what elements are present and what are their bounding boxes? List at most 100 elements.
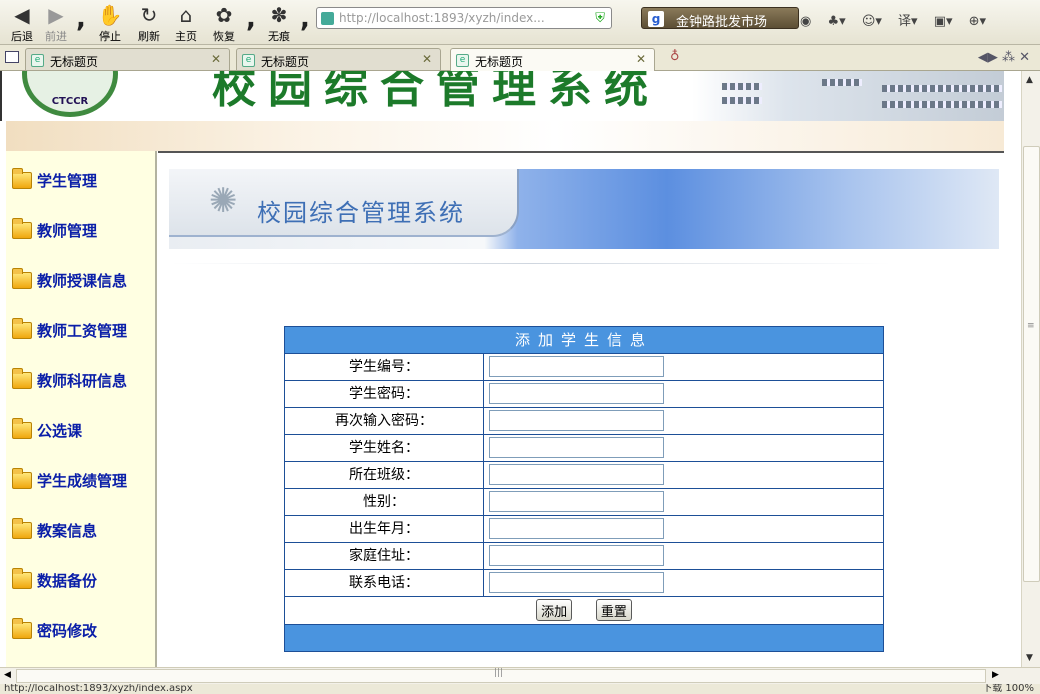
stop-icon: ✋ xyxy=(97,3,123,27)
sidebar-item-label: 学生成绩管理 xyxy=(37,471,128,490)
form-row-phone: 联系电话： xyxy=(285,570,883,597)
toolbar-extras: ◉ ♣▾ ☺▾ 译▾ ▣▾ ⊕▾ xyxy=(800,10,998,29)
screenshot-icon[interactable]: ▣▾ xyxy=(934,14,953,29)
pin-icon[interactable]: ✕ xyxy=(636,52,646,66)
google-icon: g xyxy=(648,11,664,27)
field-label: 性别： xyxy=(285,489,484,515)
forward-button[interactable]: ▶ 前进 xyxy=(38,2,74,44)
shield-icon[interactable]: ⛨ xyxy=(595,11,605,26)
folder-icon xyxy=(12,617,32,639)
tab-1[interactable]: e 无标题页 ✕ xyxy=(25,48,230,70)
address-bar[interactable]: http://localhost:1893/xyzh/index... ⛨ xyxy=(316,7,612,29)
field-label: 出生年月： xyxy=(285,516,484,542)
folder-icon xyxy=(12,217,32,239)
system-title: 校园综合管理系统 xyxy=(257,199,465,227)
stop-button[interactable]: ✋ 停止 xyxy=(92,2,128,44)
school-logo: CTCCR xyxy=(22,71,118,117)
restore-label: 恢复 xyxy=(213,30,235,43)
tab-title: 无标题页 xyxy=(50,55,99,69)
scroll-up-icon[interactable]: ▲ xyxy=(1026,75,1033,85)
sidebar-item-label: 密码修改 xyxy=(37,621,98,640)
sidebar-item-lesson-plans[interactable]: 教案信息 xyxy=(12,515,97,545)
address-input[interactable] xyxy=(489,545,664,566)
phone-input[interactable] xyxy=(489,572,664,593)
sidebar-item-grades[interactable]: 学生成绩管理 xyxy=(12,465,127,495)
pin-icon[interactable]: ✕ xyxy=(422,52,432,66)
tab-next-icon[interactable]: ▶ xyxy=(988,50,998,65)
field-label: 再次输入密码： xyxy=(285,408,484,434)
refresh-button[interactable]: ↻ 刷新 xyxy=(131,2,167,44)
sidebar-toggle-icon[interactable] xyxy=(5,51,19,63)
field-label: 学生编号： xyxy=(285,354,484,380)
swirl-icon: ✺ xyxy=(209,181,238,221)
search-text: 金钟路批发市场 xyxy=(676,15,768,30)
url-text: http://localhost:1893/xyzh/index... xyxy=(339,11,545,25)
refresh-icon: ↻ xyxy=(140,3,158,27)
pin-icon[interactable]: ✕ xyxy=(211,52,221,66)
sidebar-item-teaching-info[interactable]: 教师授课信息 xyxy=(12,265,127,295)
field-label: 联系电话： xyxy=(285,570,484,596)
tab-controls: ◀▶ ⁂ ✕ xyxy=(978,50,1030,65)
grip-icon: ≡ xyxy=(1027,321,1035,331)
form-row-password: 学生密码： xyxy=(285,381,883,408)
class-input[interactable] xyxy=(489,464,664,485)
scroll-right-icon[interactable]: ▶ xyxy=(992,670,999,680)
new-tab-icon[interactable]: ♁ xyxy=(670,49,680,64)
close-icon[interactable]: ✕ xyxy=(1019,50,1030,65)
field-label: 家庭住址： xyxy=(285,543,484,569)
translate-icon[interactable]: 译▾ xyxy=(898,14,918,29)
logo-text: CTCCR xyxy=(51,96,89,107)
private-label: 无痕 xyxy=(268,30,290,43)
private-button[interactable]: ✽ 无痕 xyxy=(261,2,297,44)
search-box[interactable]: g 金钟路批发市场 xyxy=(641,7,799,30)
page-viewport: CTCCR 校园综合管理系统 学生管理 教师管理 教师授课信息 教师工资管理 教… xyxy=(0,71,1021,667)
add-button[interactable]: 添加 xyxy=(536,599,573,621)
eye-icon[interactable]: ◉ xyxy=(800,14,811,29)
add-icon[interactable]: ⊕▾ xyxy=(969,14,986,29)
sidebar-item-elective[interactable]: 公选课 xyxy=(12,415,82,445)
sidebar-item-teacher-management[interactable]: 教师管理 xyxy=(12,215,97,245)
sidebar-item-backup[interactable]: 数据备份 xyxy=(12,565,97,595)
student-name-input[interactable] xyxy=(489,437,664,458)
confirm-password-input[interactable] xyxy=(489,410,664,431)
gamepad-icon[interactable]: ♣▾ xyxy=(827,14,845,29)
tab-list-icon[interactable]: ⁂ xyxy=(1002,50,1015,65)
scroll-thumb[interactable] xyxy=(1023,146,1040,582)
field-label: 学生姓名： xyxy=(285,435,484,461)
back-button[interactable]: ◀ 后退 xyxy=(4,2,40,44)
password-input[interactable] xyxy=(489,383,664,404)
tab-title: 无标题页 xyxy=(261,55,310,69)
home-button[interactable]: ⌂ 主页 xyxy=(168,2,204,44)
gender-input[interactable] xyxy=(489,491,664,512)
form-row-class: 所在班级： xyxy=(285,462,883,489)
vertical-scrollbar[interactable]: ▲ ≡ ▼ xyxy=(1021,71,1040,667)
form-footer xyxy=(285,625,883,651)
site-banner: CTCCR 校园综合管理系统 xyxy=(0,71,1004,121)
toolbar-separator: , xyxy=(76,4,86,34)
forward-label: 前进 xyxy=(45,30,67,43)
student-id-input[interactable] xyxy=(489,356,664,377)
sidebar-item-label: 公选课 xyxy=(37,421,83,440)
form-row-name: 学生姓名： xyxy=(285,435,883,462)
scroll-down-icon[interactable]: ▼ xyxy=(1026,653,1033,663)
sidebar-item-password[interactable]: 密码修改 xyxy=(12,615,97,645)
field-label: 所在班级： xyxy=(285,462,484,488)
tab-3[interactable]: e 无标题页 ✕ xyxy=(450,48,655,71)
scroll-left-icon[interactable]: ◀ xyxy=(4,670,11,680)
toolbar-separator: , xyxy=(300,4,310,34)
tab-title: 无标题页 xyxy=(475,55,524,69)
birth-date-input[interactable] xyxy=(489,518,664,539)
sidebar-item-student-management[interactable]: 学生管理 xyxy=(12,165,97,195)
form-row-student-id: 学生编号： xyxy=(285,354,883,381)
restore-button[interactable]: ✿ 恢复 xyxy=(206,2,242,44)
tab-bar: e 无标题页 ✕ e 无标题页 ✕ e 无标题页 ✕ ♁ ◀▶ ⁂ ✕ xyxy=(0,45,1040,71)
add-student-form: 添加学生信息 学生编号： 学生密码： 再次输入密码： 学生姓名： 所在班级： 性… xyxy=(284,326,884,652)
sidebar-item-salary[interactable]: 教师工资管理 xyxy=(12,315,127,345)
tab-2[interactable]: e 无标题页 ✕ xyxy=(236,48,441,70)
smiley-icon[interactable]: ☺▾ xyxy=(862,14,882,29)
reset-button[interactable]: 重置 xyxy=(595,599,632,621)
sidebar-item-label: 教师授课信息 xyxy=(37,271,128,290)
sidebar-item-research[interactable]: 教师科研信息 xyxy=(12,365,127,395)
horizontal-scrollbar[interactable]: ◀ ||| ▶ xyxy=(0,667,1040,684)
tab-prev-icon[interactable]: ◀ xyxy=(978,50,988,65)
